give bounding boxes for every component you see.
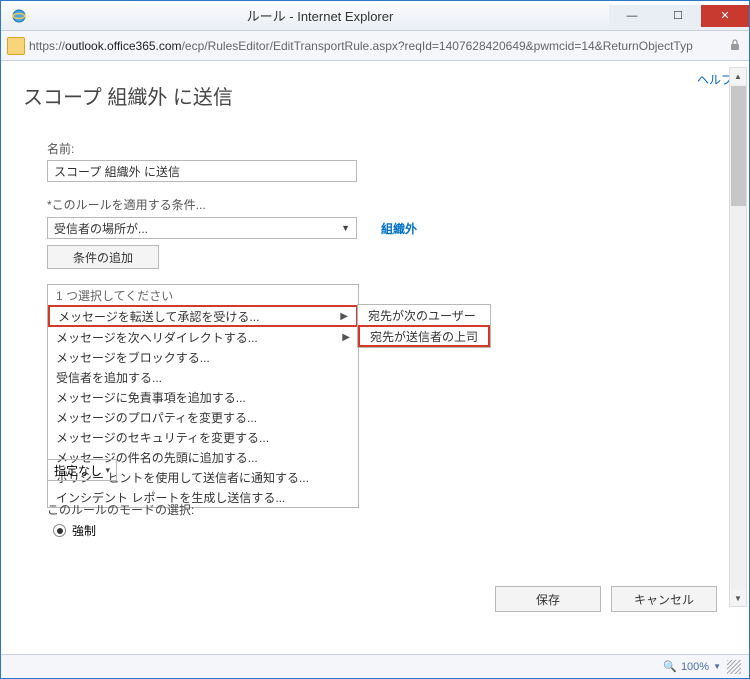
mode-radio-enforce[interactable]: 強制 [47,522,194,539]
condition-value: 受信者の場所が... [54,220,148,237]
window-controls: — ☐ ✕ [609,5,749,27]
url-protocol: https:// [29,39,65,53]
cancel-button[interactable]: キャンセル [611,586,717,612]
page-title: スコープ 組織外 に送信 [1,61,749,110]
dropdown-item[interactable]: 受信者を追加する... [48,367,358,387]
dropdown-item[interactable]: メッセージをブロックする... [48,347,358,367]
app-window: ルール - Internet Explorer — ☐ ✕ https://ou… [0,0,750,679]
action-submenu: 宛先が次のユーザー 宛先が送信者の上司 [357,304,491,348]
maximize-button[interactable]: ☐ [655,5,701,27]
status-bar: 🔍 100% ▼ [1,654,749,678]
condition-label: *このルールを適用する条件... [47,196,729,213]
dropdown-item[interactable]: メッセージのプロパティを変更する... [48,407,358,427]
url-field[interactable]: https://outlook.office365.com/ecp/RulesE… [29,39,725,53]
ie-icon [7,4,31,28]
zoom-control[interactable]: 🔍 100% ▼ [663,660,721,673]
titlebar: ルール - Internet Explorer — ☐ ✕ [1,1,749,31]
submenu-item[interactable]: 宛先が次のユーザー [358,305,490,325]
mode-label: このルールのモードの選択: [47,501,194,518]
submenu-item[interactable]: 宛先が送信者の上司 [358,325,490,347]
resize-grip[interactable] [727,660,741,674]
lock-icon [729,39,743,53]
chevron-down-icon: ▼ [713,662,721,671]
form-area: 名前: *このルールを適用する条件... 受信者の場所が... ▼ 組織外 条件… [1,110,749,333]
dropdown-item[interactable]: メッセージを次へリダイレクトする...▶ [48,327,358,347]
window-title: ルール - Internet Explorer [31,6,609,25]
chevron-right-icon: ▶ [340,311,348,322]
help-link[interactable]: ヘルプ [697,71,733,88]
chevron-down-icon: ▼ [341,223,350,233]
audit-select[interactable]: 指定なし ▾ [47,459,117,481]
scroll-up-icon[interactable]: ▲ [730,68,746,84]
name-label: 名前: [47,140,729,157]
dropdown-header: 1 つ選択してください [48,285,358,305]
close-button[interactable]: ✕ [701,5,749,27]
dropdown-item[interactable]: メッセージのセキュリティを変更する... [48,427,358,447]
scroll-down-icon[interactable]: ▼ [730,590,746,606]
condition-side-link[interactable]: 組織外 [381,220,417,237]
address-bar: https://outlook.office365.com/ecp/RulesE… [1,31,749,61]
dropdown-item[interactable]: メッセージを転送して承認を受ける...▶ [48,305,358,327]
url-host: outlook.office365.com [65,39,182,53]
radio-icon [53,524,66,537]
site-icon [7,37,25,55]
url-path: /ecp/RulesEditor/EditTransportRule.aspx?… [182,39,693,53]
chevron-down-icon: ▾ [105,465,110,476]
vertical-scrollbar[interactable]: ▲ ▼ [729,67,747,607]
dropdown-item[interactable]: メッセージに免責事項を追加する... [48,387,358,407]
save-button[interactable]: 保存 [495,586,601,612]
zoom-icon: 🔍 [663,660,677,673]
add-condition-button[interactable]: 条件の追加 [47,245,159,269]
condition-select[interactable]: 受信者の場所が... ▼ [47,217,357,239]
lower-controls: 指定なし ▾ このルールのモードの選択: 強制 [47,459,194,539]
chevron-right-icon: ▶ [342,332,350,343]
scroll-thumb[interactable] [731,86,746,206]
name-input[interactable] [47,160,357,182]
zoom-value: 100% [681,661,709,673]
dialog-buttons: 保存 キャンセル [495,586,717,612]
content-area: ヘルプ スコープ 組織外 に送信 名前: *このルールを適用する条件... 受信… [1,61,749,654]
minimize-button[interactable]: — [609,5,655,27]
